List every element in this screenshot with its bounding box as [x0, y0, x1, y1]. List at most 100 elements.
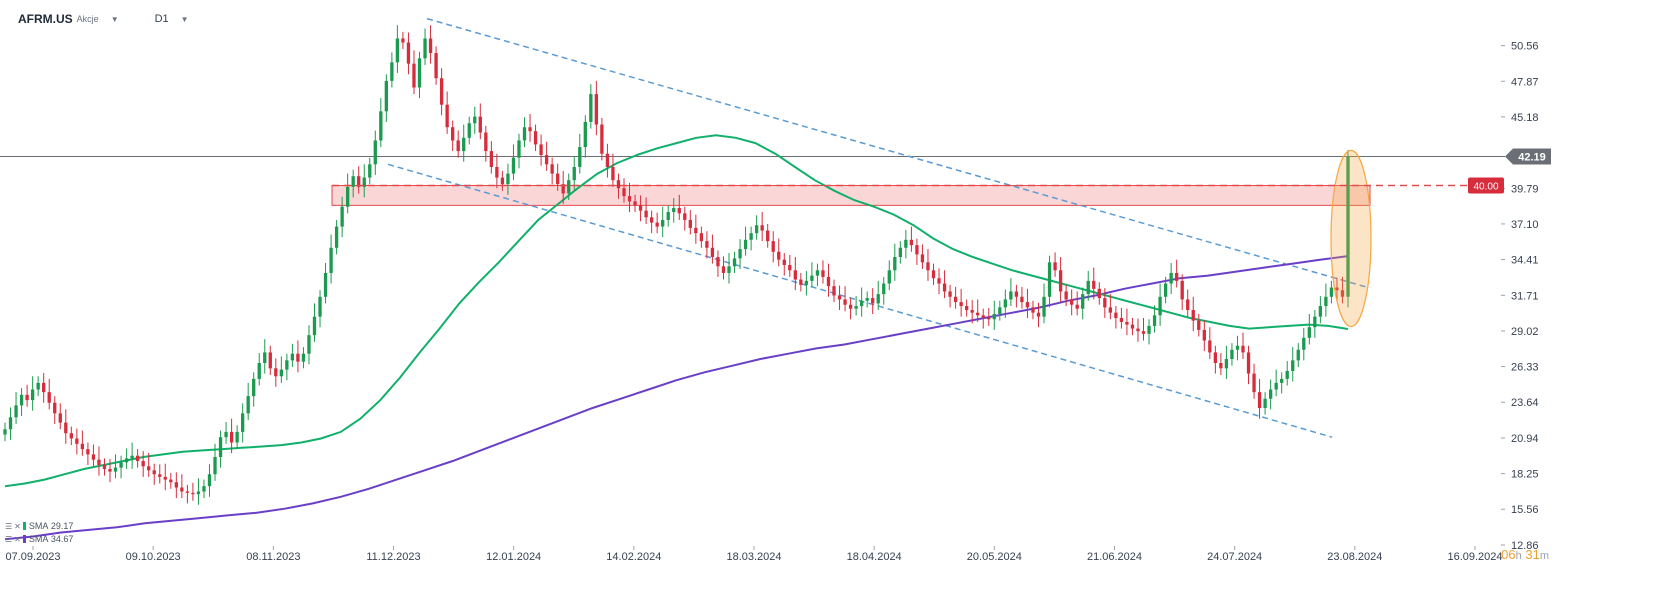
candle-body: [1235, 345, 1240, 350]
candle-body: [434, 53, 438, 79]
candle-body: [1219, 363, 1223, 369]
candle-body: [462, 137, 466, 152]
candle-body: [368, 164, 372, 178]
candle-body: [1208, 340, 1212, 353]
y-tick-label: 15.56: [1511, 504, 1539, 516]
price-chart[interactable]: 50.56 47.87 45.18 39.79 37.10 34.41 31.71 29.02…: [0, 0, 1653, 603]
candle-body: [69, 433, 73, 439]
candle-body: [25, 394, 29, 401]
candle-body: [804, 280, 809, 285]
candle-body: [58, 413, 62, 423]
candle-body: [301, 353, 306, 362]
candle-body: [1313, 316, 1317, 328]
candle-body: [959, 302, 963, 307]
candle-body: [683, 213, 687, 220]
candle-body: [1108, 307, 1113, 313]
resistance-zone: [331, 185, 1371, 206]
candle-body: [439, 78, 444, 105]
timeframe-label[interactable]: D1: [155, 13, 169, 25]
candle-body: [931, 270, 936, 279]
candle-body: [1003, 299, 1007, 308]
candle-body: [1075, 304, 1079, 309]
candle-body: [379, 111, 383, 141]
candle-body: [1036, 312, 1041, 317]
candle-body: [572, 166, 576, 181]
candle-body: [948, 291, 952, 297]
candle-body: [1141, 331, 1146, 334]
candle-body: [1296, 349, 1300, 361]
candle-body: [793, 270, 797, 280]
candle-body: [688, 219, 692, 228]
sma-fast-swatch: [22, 522, 26, 530]
timeframe-dropdown-icon[interactable]: ▼: [181, 15, 189, 24]
candle-body: [611, 166, 615, 181]
sma-slow-swatch: [22, 535, 26, 543]
sma-fast-value: 29.17: [50, 521, 74, 531]
candle-body: [749, 233, 753, 240]
candle-body: [909, 239, 914, 246]
candle-body: [473, 116, 477, 124]
candle-body: [1103, 298, 1107, 308]
candle-body: [1291, 360, 1295, 371]
candle-body: [583, 121, 587, 148]
candle-body: [451, 127, 455, 141]
y-tick-label: 26.33: [1511, 362, 1539, 374]
candle-body: [147, 466, 151, 471]
symbol-label[interactable]: AFRM.US: [18, 12, 73, 26]
candle-body: [1241, 345, 1245, 353]
candle-body: [1274, 382, 1278, 390]
settings-icon[interactable]: ☰: [5, 535, 12, 544]
candle-body: [1014, 291, 1019, 297]
candle-body: [760, 225, 764, 231]
candle-body: [633, 201, 637, 206]
candle-body: [1070, 299, 1074, 305]
candle-body: [346, 186, 350, 207]
candle-body: [163, 476, 167, 480]
close-icon[interactable]: ✕: [14, 535, 21, 544]
x-tick-label: 23.08.2024: [1327, 551, 1382, 563]
candle-body: [1053, 262, 1057, 271]
candle-body: [699, 233, 704, 242]
candle-body: [511, 157, 516, 174]
candle-body: [964, 306, 969, 311]
candle-body: [782, 259, 786, 265]
candle-body: [1191, 310, 1195, 321]
x-tick-label: 18.03.2024: [726, 551, 781, 563]
y-tick-label: 50.56: [1511, 41, 1539, 53]
sma-slow-value: 34.67: [50, 534, 74, 544]
settings-icon[interactable]: ☰: [5, 522, 12, 531]
candle-body: [1318, 306, 1323, 317]
candle-body: [666, 211, 670, 220]
candle-body: [1213, 352, 1218, 364]
candle-body: [318, 296, 322, 317]
candle-body: [384, 80, 389, 112]
sma-legend-fast[interactable]: ☰ ✕ SMA 29.17: [5, 521, 73, 531]
candle-body: [478, 116, 482, 133]
candle-body: [30, 389, 35, 401]
close-icon[interactable]: ✕: [14, 522, 21, 531]
instrument-header: AFRM.US Akcje ▼ D1 ▼: [18, 10, 189, 28]
candle-body: [578, 147, 582, 167]
sma-slow-label: SMA: [28, 534, 49, 544]
x-tick-label: 14.02.2024: [606, 551, 661, 563]
candle-body: [600, 124, 604, 154]
candle-body: [915, 245, 919, 255]
candle-body: [655, 222, 659, 227]
symbol-dropdown-icon[interactable]: ▼: [111, 15, 119, 24]
candle-body: [1186, 299, 1190, 311]
candle-body: [1257, 392, 1262, 409]
candle-body: [528, 127, 532, 132]
candle-body: [1285, 370, 1289, 379]
candle-body: [705, 241, 709, 248]
sma-legend-slow[interactable]: ☰ ✕ SMA 34.67: [5, 534, 73, 544]
candle-body: [53, 402, 57, 414]
candle-body: [8, 417, 13, 430]
candle-body: [904, 239, 908, 248]
candle-body: [942, 283, 947, 292]
candle-body: [970, 310, 974, 313]
y-tick-label: 31.71: [1511, 290, 1539, 302]
candle-body: [428, 38, 433, 54]
candle-body: [815, 270, 820, 276]
candle-body: [622, 188, 626, 197]
candle-body: [1268, 389, 1273, 399]
